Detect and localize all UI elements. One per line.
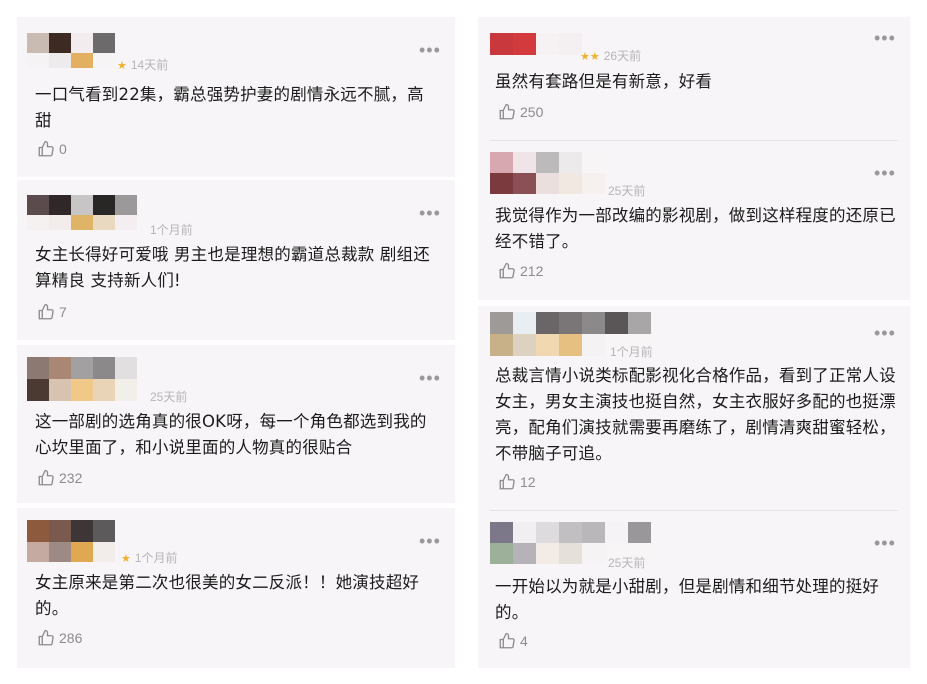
comment-time: 25天前: [150, 390, 188, 404]
more-options-button[interactable]: •••: [419, 41, 441, 59]
more-options-button[interactable]: •••: [419, 532, 441, 550]
blurred-user-info: [490, 152, 605, 194]
comment-text: 我觉得作为一部改编的影视剧，做到这样程度的还原已经不错了。: [495, 206, 896, 251]
rating-stars: ★: [117, 60, 127, 72]
comment-card: 25天前 ••• 这一部剧的选角真的很OK呀，每一个角色都选到我的心坎里面了，和…: [17, 345, 455, 503]
like-button[interactable]: 286: [37, 629, 82, 647]
blurred-user-info: [27, 195, 137, 230]
comment-time: 25天前: [608, 184, 646, 198]
more-options-button[interactable]: •••: [419, 369, 441, 387]
like-button[interactable]: 4: [498, 632, 528, 650]
more-options-button[interactable]: •••: [874, 29, 896, 47]
like-button[interactable]: 212: [498, 262, 543, 280]
comment-card: ★ 1个月前 ••• 女主原来是第二次也很美的女二反派！！她演技超好的。 286: [17, 508, 455, 668]
comment-text: 这一部剧的选角真的很OK呀，每一个角色都选到我的心坎里面了，和小说里面的人物真的…: [35, 412, 427, 457]
more-options-button[interactable]: •••: [874, 324, 896, 342]
comment-panel-top: ★★ 26天前 ••• 虽然有套路但是有新意，好看 250 25天前 ••• 我觉…: [478, 17, 910, 300]
comment-text: 女主长得好可爱哦 男主也是理想的霸道总裁款 剧组还算精良 支持新人们!: [35, 245, 430, 290]
like-button[interactable]: 12: [498, 473, 536, 491]
blurred-user-info: [27, 520, 115, 562]
more-options-button[interactable]: •••: [874, 164, 896, 182]
comment-card: ★ 14天前 ••• 一口气看到22集，霸总强势护妻的剧情永远不腻，高甜 0: [17, 17, 455, 177]
like-count: 0: [59, 141, 67, 157]
comment-time: 1个月前: [610, 345, 653, 359]
blurred-user-info: [27, 33, 115, 68]
rating-stars: ★: [121, 553, 131, 565]
comment-text: 总裁言情小说类标配影视化合格作品，看到了正常人设女主，男女主演技也挺自然，女主衣…: [495, 366, 896, 463]
like-count: 7: [59, 304, 67, 320]
comment-text: 一开始以为就是小甜剧，但是剧情和细节处理的挺好的。: [495, 577, 880, 622]
thumbs-up-icon: [38, 140, 54, 157]
comment-time: 25天前: [608, 556, 646, 570]
like-button[interactable]: 7: [37, 303, 67, 321]
like-button[interactable]: 232: [37, 469, 82, 487]
like-button[interactable]: 250: [498, 103, 543, 121]
comment-card: 1个月前 ••• 女主长得好可爱哦 男主也是理想的霸道总裁款 剧组还算精良 支持…: [17, 180, 455, 340]
comment-time: 14天前: [130, 58, 169, 72]
more-options-button[interactable]: •••: [419, 204, 441, 222]
comment-text: 女主原来是第二次也很美的女二反派！！她演技超好的。: [35, 573, 420, 618]
divider: [490, 510, 898, 511]
like-count: 286: [59, 630, 83, 646]
like-count: 212: [520, 263, 544, 279]
more-options-button[interactable]: •••: [874, 534, 896, 552]
thumbs-up-icon: [38, 303, 54, 320]
thumbs-up-icon: [499, 262, 515, 279]
like-button[interactable]: 0: [37, 140, 67, 158]
rating-stars: ★★: [580, 51, 600, 63]
comment-text: 一口气看到22集，霸总强势护妻的剧情永远不腻，高甜: [35, 85, 424, 130]
comment-text: 虽然有套路但是有新意，好看: [495, 72, 713, 91]
like-count: 4: [520, 633, 528, 649]
like-count: 232: [59, 470, 83, 486]
comment-time: 26天前: [603, 49, 642, 63]
comment-time: 1个月前: [134, 551, 178, 565]
blurred-user-info: [490, 33, 582, 55]
like-count: 12: [520, 474, 536, 490]
blurred-user-info: [27, 357, 137, 401]
thumbs-up-icon: [499, 632, 515, 649]
thumbs-up-icon: [499, 473, 515, 490]
thumbs-up-icon: [499, 103, 515, 120]
comment-panel-bottom: 1个月前 ••• 总裁言情小说类标配影视化合格作品，看到了正常人设女主，男女主演…: [478, 306, 910, 668]
like-count: 250: [520, 104, 544, 120]
thumbs-up-icon: [38, 469, 54, 486]
divider: [490, 140, 898, 141]
thumbs-up-icon: [38, 629, 54, 646]
comment-time: 1个月前: [150, 223, 193, 237]
